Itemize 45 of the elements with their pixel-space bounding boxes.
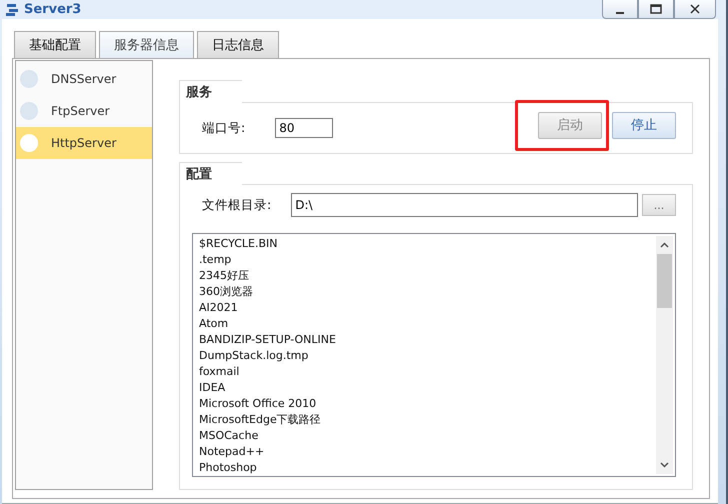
server-item[interactable]: FtpServer [16, 95, 152, 127]
server-label: FtpServer [51, 104, 110, 118]
file-item[interactable]: IDEA [199, 380, 654, 396]
root-dir-field[interactable]: D:\ [291, 193, 638, 217]
section-title: 服务 [179, 80, 242, 103]
scrollbar-thumb[interactable] [657, 254, 672, 308]
server-icon [4, 2, 20, 18]
circle-icon [20, 102, 38, 120]
port-field[interactable]: 80 [275, 118, 334, 138]
file-item[interactable]: MicrosoftEdge下载路径 [199, 412, 654, 428]
close-icon [690, 4, 700, 14]
file-item[interactable]: $RECYCLE.BIN [199, 236, 654, 252]
file-item[interactable]: Atom [199, 316, 654, 332]
root-dir-label: 文件根目录: [202, 196, 272, 214]
tab[interactable]: 日志信息 [197, 31, 279, 58]
file-item[interactable]: Microsoft Office 2010 [199, 396, 654, 412]
file-item[interactable]: Photoshop [199, 460, 654, 476]
port-label: 端口号: [202, 120, 246, 136]
file-item[interactable]: 2345好压 [199, 268, 654, 284]
window-title: Server3 [24, 2, 82, 17]
maximize-button[interactable] [638, 0, 674, 19]
browse-button[interactable]: ... [642, 194, 676, 216]
circle-icon [20, 70, 38, 88]
minimize-icon [616, 12, 624, 14]
minimize-button[interactable] [602, 0, 638, 19]
tab[interactable]: 基础配置 [14, 31, 96, 58]
file-item[interactable]: BANDIZIP-SETUP-ONLINE [199, 332, 654, 348]
circle-icon [20, 134, 38, 152]
maximize-icon [650, 4, 662, 14]
file-item[interactable]: .temp [199, 252, 654, 268]
stop-button[interactable]: 停止 [612, 112, 676, 138]
server-item[interactable]: DNSServer [16, 63, 152, 95]
file-item[interactable]: Notepad++ [199, 444, 654, 460]
file-item[interactable]: 360浏览器 [199, 284, 654, 300]
close-button[interactable] [674, 0, 716, 19]
tab[interactable]: 服务器信息 [99, 31, 194, 58]
file-item[interactable]: MSOCache [199, 428, 654, 444]
file-item[interactable]: DumpStack.log.tmp [199, 348, 654, 364]
server-label: DNSServer [51, 72, 116, 86]
server-item[interactable]: HttpServer [16, 127, 152, 159]
scrollbar[interactable] [656, 236, 673, 474]
section-title: 配置 [179, 162, 242, 185]
server-label: HttpServer [51, 136, 116, 150]
file-item[interactable]: foxmail [199, 364, 654, 380]
file-item[interactable]: AI2021 [199, 300, 654, 316]
